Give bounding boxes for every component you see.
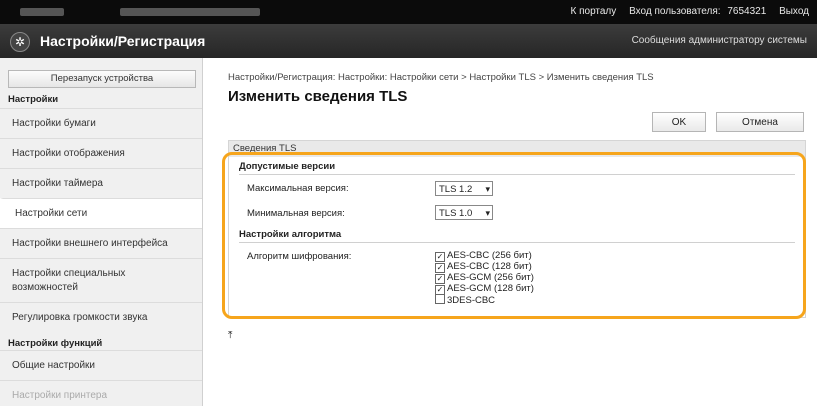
sidebar-item-label: Настройки отображения <box>12 148 125 159</box>
sidebar-item-timer[interactable]: Настройки таймера <box>0 168 202 198</box>
sidebar: Перезапуск устройства Настройки Настройк… <box>0 58 203 406</box>
to-top-icon[interactable]: ⤒ <box>228 330 232 341</box>
sidebar-item-network[interactable]: Настройки сети <box>0 198 202 228</box>
app-header: ✲ Настройки/Регистрация Сообщения админи… <box>0 24 817 58</box>
sidebar-item-external-interface[interactable]: Настройки внешнего интерфейса <box>0 228 202 258</box>
cipher-option-aes-gcm-128[interactable]: ✓ AES-GCM (128 бит) <box>435 283 534 295</box>
checkbox-unchecked-icon[interactable] <box>435 294 445 304</box>
cancel-button[interactable]: Отмена <box>716 112 804 132</box>
sidebar-header-settings: Настройки <box>8 94 59 105</box>
cipher-option-aes-cbc-256[interactable]: ✓ AES-CBC (256 бит) <box>435 250 532 262</box>
sidebar-item-label: Регулировка громкости звука <box>12 312 148 323</box>
cipher-option-label: AES-GCM (128 бит) <box>447 283 534 294</box>
page-title: Изменить сведения TLS <box>228 88 408 105</box>
blurred-text <box>120 8 260 16</box>
sidebar-item-label: Настройки сети <box>15 208 88 219</box>
breadcrumb: Настройки/Регистрация: Настройки: Настро… <box>228 72 654 83</box>
min-version-label: Минимальная версия: <box>247 208 345 219</box>
user-id: 7654321 <box>727 6 767 17</box>
settings-logo-icon: ✲ <box>10 32 30 52</box>
max-version-value: TLS 1.2 <box>439 184 473 195</box>
cipher-option-aes-cbc-128[interactable]: ✓ AES-CBC (128 бит) <box>435 261 532 273</box>
cipher-option-label: AES-CBC (256 бит) <box>447 250 532 261</box>
min-version-select[interactable]: TLS 1.0 ▾ <box>435 205 493 220</box>
top-bar: К порталу Вход пользователя: 7654321 Вых… <box>0 0 817 24</box>
top-links: К порталу Вход пользователя: 7654321 Вых… <box>560 6 809 17</box>
cipher-option-label: AES-CBC (128 бит) <box>447 261 532 272</box>
ok-button[interactable]: OK <box>652 112 706 132</box>
cipher-option-label: AES-GCM (256 бит) <box>447 272 534 283</box>
sidebar-item-paper[interactable]: Настройки бумаги <box>0 108 202 138</box>
sidebar-item-volume[interactable]: Регулировка громкости звука <box>0 302 202 332</box>
sidebar-item-label: Настройки таймера <box>12 178 103 189</box>
sidebar-item-label: Общие настройки <box>12 360 95 371</box>
max-version-select[interactable]: TLS 1.2 ▾ <box>435 181 493 196</box>
chevron-down-icon: ▾ <box>485 184 490 194</box>
section-title: Сведения TLS <box>229 141 805 157</box>
sidebar-item-label: Настройки бумаги <box>12 118 96 129</box>
min-version-value: TLS 1.0 <box>439 208 473 219</box>
logout-link[interactable]: Выход <box>779 6 809 17</box>
chevron-down-icon: ▾ <box>485 208 490 218</box>
blurred-text <box>20 8 64 16</box>
cipher-option-label: 3DES-CBC <box>447 295 496 306</box>
cipher-option-aes-gcm-256[interactable]: ✓ AES-GCM (256 бит) <box>435 272 534 284</box>
sidebar-item-label: Настройки принтера <box>12 390 108 401</box>
cipher-option-3des-cbc[interactable]: 3DES-CBC <box>435 294 496 306</box>
sidebar-item-accessibility[interactable]: Настройки специальных возможностей <box>0 258 202 302</box>
tls-details-section: Сведения TLS Допустимые версии Максималь… <box>228 140 806 318</box>
restart-device-button[interactable]: Перезапуск устройства <box>8 70 196 88</box>
portal-link[interactable]: К порталу <box>570 6 616 17</box>
sidebar-item-display[interactable]: Настройки отображения <box>0 138 202 168</box>
sidebar-item-general[interactable]: Общие настройки <box>0 350 202 380</box>
cipher-label: Алгоритм шифрования: <box>247 251 352 262</box>
algorithm-header: Настройки алгоритма <box>239 229 795 243</box>
admin-message-link[interactable]: Сообщения администратору системы <box>632 35 807 46</box>
sidebar-header-functions: Настройки функций <box>8 338 103 349</box>
max-version-label: Максимальная версия: <box>247 183 349 194</box>
versions-header: Допустимые версии <box>239 161 795 175</box>
app-title: Настройки/Регистрация <box>40 33 206 49</box>
sidebar-item-label: Настройки специальных возможностей <box>12 267 126 293</box>
login-label: Вход пользователя: <box>629 6 721 17</box>
sidebar-item-label: Настройки внешнего интерфейса <box>12 238 168 249</box>
